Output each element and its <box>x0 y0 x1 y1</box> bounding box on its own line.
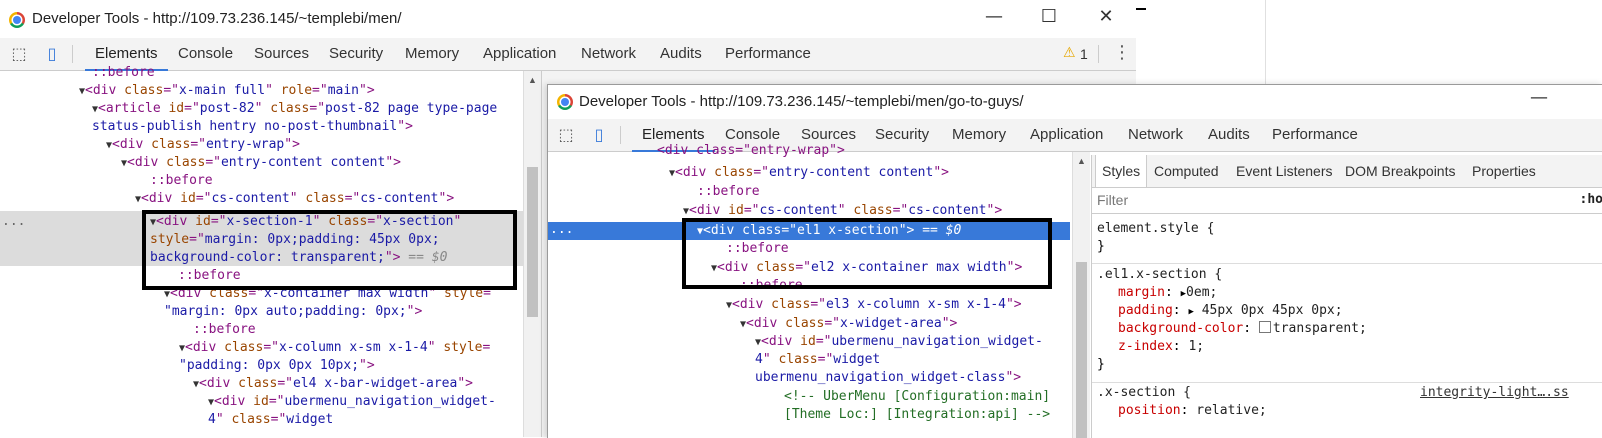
dom-node[interactable]: ::before <box>697 183 760 201</box>
tab-computed[interactable]: Computed <box>1154 155 1219 187</box>
dom-node[interactable]: ▼<div class="entry-content content"> <box>121 154 401 173</box>
dom-node[interactable]: ▼<div id="ubermenu_navigation_widget- <box>755 333 1043 352</box>
color-swatch[interactable] <box>1258 321 1271 333</box>
style-property[interactable]: z-index: 1; <box>1118 338 1204 356</box>
dom-comment: [Theme Loc:] [Integration:api] --> <box>784 407 1051 422</box>
annotation-box <box>142 210 517 290</box>
warning-icon[interactable]: ⚠ <box>1063 45 1076 61</box>
annotation-box <box>682 218 1052 289</box>
tab-styles[interactable]: Styles <box>1095 155 1148 187</box>
scrollbar-thumb[interactable] <box>1076 262 1087 438</box>
style-rule-el1: .el1.x-section { margin: ▶0em; padding: … <box>1092 266 1602 376</box>
style-property[interactable]: background-color: transparent; <box>1118 320 1367 338</box>
dom-node[interactable]: ▼<div id="cs-content" class="cs-content"… <box>135 190 454 209</box>
title-bar: Developer Tools - http://109.73.236.145/… <box>0 0 1136 38</box>
dom-node[interactable]: ▼<article id="post-82" class="post-82 pa… <box>92 100 497 119</box>
sidebar-tabs: Styles Computed Event Listeners DOM Brea… <box>1092 155 1602 188</box>
tab-performance[interactable]: Performance <box>725 38 811 70</box>
stylesheet-link[interactable]: integrity-light….ss <box>1420 384 1569 402</box>
scrollbar-thumb[interactable] <box>527 167 538 317</box>
dom-tree: <div class="entry-wrap"> ▼<div class="en… <box>548 143 1070 438</box>
dom-node-cont: "margin: 0px auto;padding: 0px;"> <box>164 304 423 319</box>
toolbar-separator <box>620 126 621 144</box>
dom-node-cont: ubermenu_navigation_widget-class"> <box>755 370 1022 385</box>
rule-selector[interactable]: .x-section { <box>1097 384 1191 402</box>
scroll-up-arrow-icon[interactable]: ▲ <box>1077 156 1086 166</box>
dom-node[interactable]: ▼<div class="entry-content content"> <box>669 164 949 183</box>
dom-tree-scrollbar[interactable]: ▲ <box>1072 152 1090 438</box>
more-options-icon[interactable]: ⋮ <box>1113 42 1131 63</box>
device-toolbar-icon[interactable]: ▯ <box>589 125 609 145</box>
dom-node-cont: "padding: 0px 0px 10px;"> <box>179 358 375 373</box>
dom-node[interactable]: ▼<div class="x-main full" role="main"> <box>79 82 375 101</box>
tab-audits[interactable]: Audits <box>1208 119 1250 151</box>
dom-node[interactable]: ::before <box>193 321 256 339</box>
rule-divider <box>1092 382 1602 383</box>
rule-selector[interactable]: element.style { <box>1097 220 1214 238</box>
styles-filter-bar: Filter :ho <box>1092 187 1602 214</box>
tab-properties[interactable]: Properties <box>1472 155 1536 187</box>
dom-tree-scrollbar[interactable]: ▲ <box>523 71 541 437</box>
minimize-button[interactable]: — <box>1519 87 1559 108</box>
background-divider <box>1265 0 1266 84</box>
window-title: Developer Tools - http://109.73.236.145/… <box>32 10 402 27</box>
background-line <box>1136 8 1146 10</box>
style-property[interactable]: padding: ▶ 45px 0px 45px 0px; <box>1118 302 1343 321</box>
tab-network[interactable]: Network <box>1128 119 1183 151</box>
style-property[interactable]: position: relative; <box>1118 402 1267 420</box>
filter-input[interactable]: Filter <box>1097 192 1128 208</box>
dom-node-cont: status-publish hentry no-post-thumbnail"… <box>92 119 413 134</box>
style-property[interactable]: margin: ▶0em; <box>1118 284 1217 303</box>
dom-node[interactable]: ::before <box>92 64 155 82</box>
inspect-element-icon[interactable]: ⬚ <box>556 125 576 145</box>
warning-count[interactable]: 1 <box>1080 46 1088 62</box>
rule-selector[interactable]: .el1.x-section { <box>1097 266 1222 284</box>
dom-node-cont: 4" class="widget <box>755 352 881 367</box>
tab-network[interactable]: Network <box>581 38 636 70</box>
chrome-logo-icon <box>557 94 573 110</box>
dom-node[interactable]: <div class="entry-wrap"> <box>657 142 845 160</box>
dom-node[interactable]: ▼<div class="entry-wrap"> <box>106 136 300 155</box>
dom-node-cont: 4" class="widget <box>208 412 334 427</box>
rule-close: } <box>1097 239 1105 254</box>
title-bar: Developer Tools - http://109.73.236.145/… <box>548 85 1602 119</box>
minimize-button[interactable]: — <box>974 6 1014 27</box>
dom-node[interactable]: ▼<div class="el4 x-bar-widget-area"> <box>193 375 473 394</box>
dom-node[interactable]: ▼<div class="x-column x-sm x-1-4" style= <box>179 339 490 358</box>
tab-audits[interactable]: Audits <box>660 38 702 70</box>
dom-node[interactable]: ▼<div id="ubermenu_navigation_widget- <box>208 393 496 412</box>
rule-divider <box>1092 263 1602 264</box>
chrome-logo-icon <box>9 12 25 28</box>
window-title: Developer Tools - http://109.73.236.145/… <box>579 93 1024 110</box>
toolbar-separator <box>72 45 73 63</box>
dom-comment[interactable]: <!-- UberMenu [Configuration:main] <box>784 388 1050 406</box>
close-button[interactable]: ✕ <box>1086 6 1126 27</box>
tab-event-listeners[interactable]: Event Listeners <box>1236 155 1333 187</box>
style-rule-element: element.style { } <box>1092 218 1602 258</box>
style-rule-x-section: .x-section { integrity-light….ss positio… <box>1092 384 1602 438</box>
maximize-button[interactable]: ☐ <box>1029 6 1069 27</box>
toolbar-separator <box>1098 45 1099 63</box>
hover-state-toggle[interactable]: :ho <box>1580 192 1602 207</box>
dom-node[interactable]: ▼<div class="x-widget-area"> <box>740 315 957 334</box>
device-toolbar-icon[interactable]: ▯ <box>42 44 62 64</box>
dom-node[interactable]: ::before <box>150 172 213 190</box>
background-page <box>1136 0 1602 84</box>
inspect-element-icon[interactable]: ⬚ <box>9 44 29 64</box>
styles-sidebar: Styles Computed Event Listeners DOM Brea… <box>1091 155 1602 438</box>
scroll-up-arrow-icon[interactable]: ▲ <box>528 75 537 85</box>
tab-performance[interactable]: Performance <box>1272 119 1358 151</box>
rule-close: } <box>1097 357 1105 372</box>
tab-dom-breakpoints[interactable]: DOM Breakpoints <box>1345 155 1455 187</box>
devtools-window-secondary: Developer Tools - http://109.73.236.145/… <box>547 84 1602 438</box>
dom-node[interactable]: ▼<div class="el3 x-column x-sm x-1-4"> <box>726 296 1022 315</box>
